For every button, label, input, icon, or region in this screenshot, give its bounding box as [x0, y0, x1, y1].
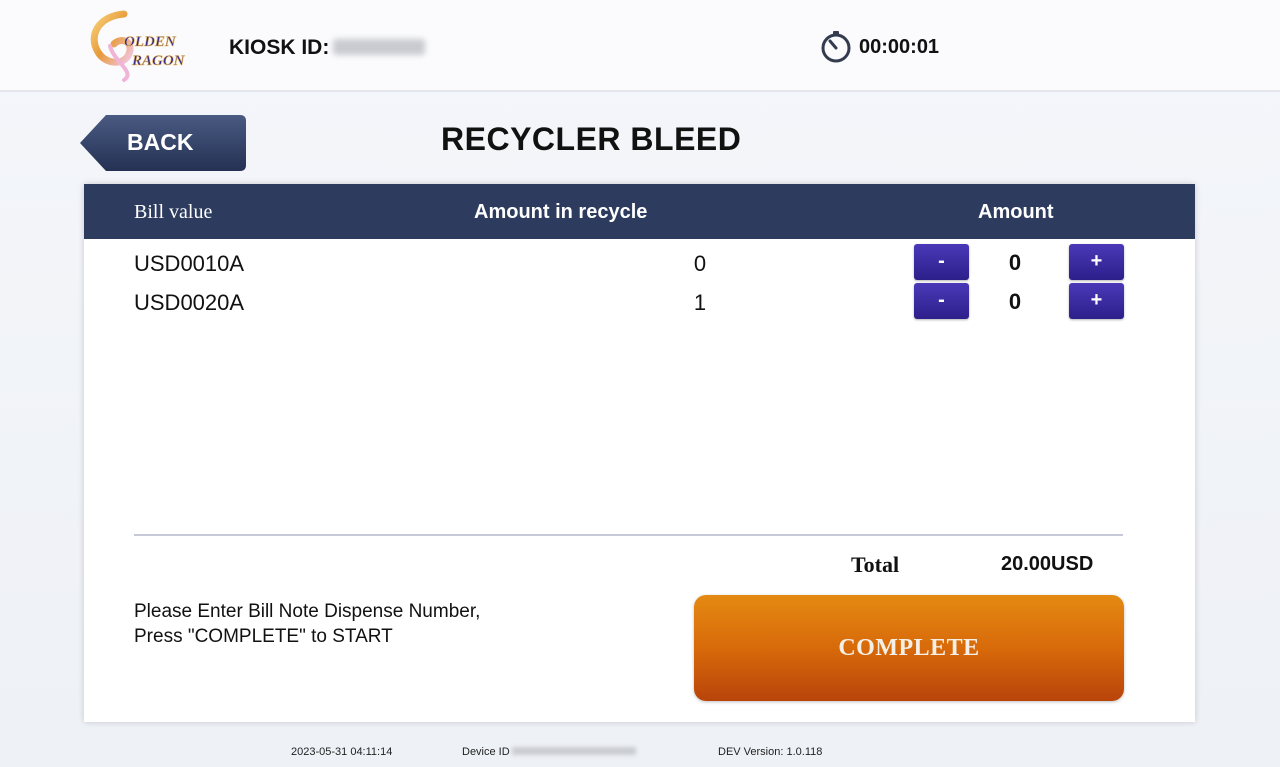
footer-timestamp: 2023-05-31 04:11:14: [291, 746, 393, 758]
column-bill-value: Bill value: [134, 201, 213, 223]
amount-in-recycle: 1: [693, 290, 707, 315]
golden-dragon-logo: OLDEN RAGON: [84, 6, 200, 82]
total-value: 20.00USD: [1001, 553, 1094, 575]
svg-text:RAGON: RAGON: [131, 53, 186, 69]
amount-in-recycle: 0: [693, 251, 707, 276]
increase-button[interactable]: +: [1069, 244, 1124, 280]
increase-button[interactable]: +: [1069, 283, 1124, 319]
instruction-line: Press "COMPLETE" to START: [134, 626, 393, 647]
kiosk-id-label: KIOSK ID:: [229, 36, 330, 59]
bill-value: USD0020A: [134, 290, 245, 315]
table-row: USD0020A 1 - 0 +: [84, 283, 1195, 321]
total-label: Total: [851, 552, 900, 577]
recycler-panel: Bill value Amount in recycle Amount USD0…: [84, 184, 1195, 722]
instruction-line: Please Enter Bill Note Dispense Number,: [134, 601, 481, 622]
dispense-amount: 0: [1008, 289, 1022, 314]
svg-text:OLDEN: OLDEN: [124, 34, 177, 50]
instructions-text: Please Enter Bill Note Dispense Number, …: [134, 599, 480, 649]
kiosk-id-value-redacted: [333, 39, 426, 55]
device-id-label: Device ID: [462, 746, 510, 758]
dispense-amount: 0: [1008, 250, 1022, 275]
timer-value: 00:00:01: [859, 35, 940, 58]
back-button[interactable]: BACK: [80, 115, 246, 171]
footer-version: DEV Version: 1.0.118: [718, 746, 823, 758]
footer: 2023-05-31 04:11:14 Device ID DEV Versio…: [0, 744, 1280, 764]
column-amount: Amount: [978, 201, 1054, 223]
kiosk-id: KIOSK ID:: [229, 36, 426, 60]
bill-value: USD0010A: [134, 251, 245, 276]
footer-device-id: Device ID: [462, 746, 636, 758]
decrease-button[interactable]: -: [914, 244, 969, 280]
divider: [134, 534, 1123, 536]
session-timer: 00:00:01: [819, 30, 939, 64]
column-amount-in-recycle: Amount in recycle: [474, 201, 648, 223]
decrease-button[interactable]: -: [914, 283, 969, 319]
complete-button[interactable]: COMPLETE: [694, 595, 1124, 701]
page-title: RECYCLER BLEED: [441, 121, 742, 157]
back-button-label: BACK: [127, 129, 194, 155]
table-header: Bill value Amount in recycle Amount: [84, 184, 1195, 239]
device-id-value-redacted: [511, 747, 636, 755]
top-header: OLDEN RAGON KIOSK ID: 00:00:01: [0, 0, 1280, 92]
stopwatch-icon: [821, 31, 851, 63]
table-row: USD0010A 0 - 0 +: [84, 244, 1195, 282]
